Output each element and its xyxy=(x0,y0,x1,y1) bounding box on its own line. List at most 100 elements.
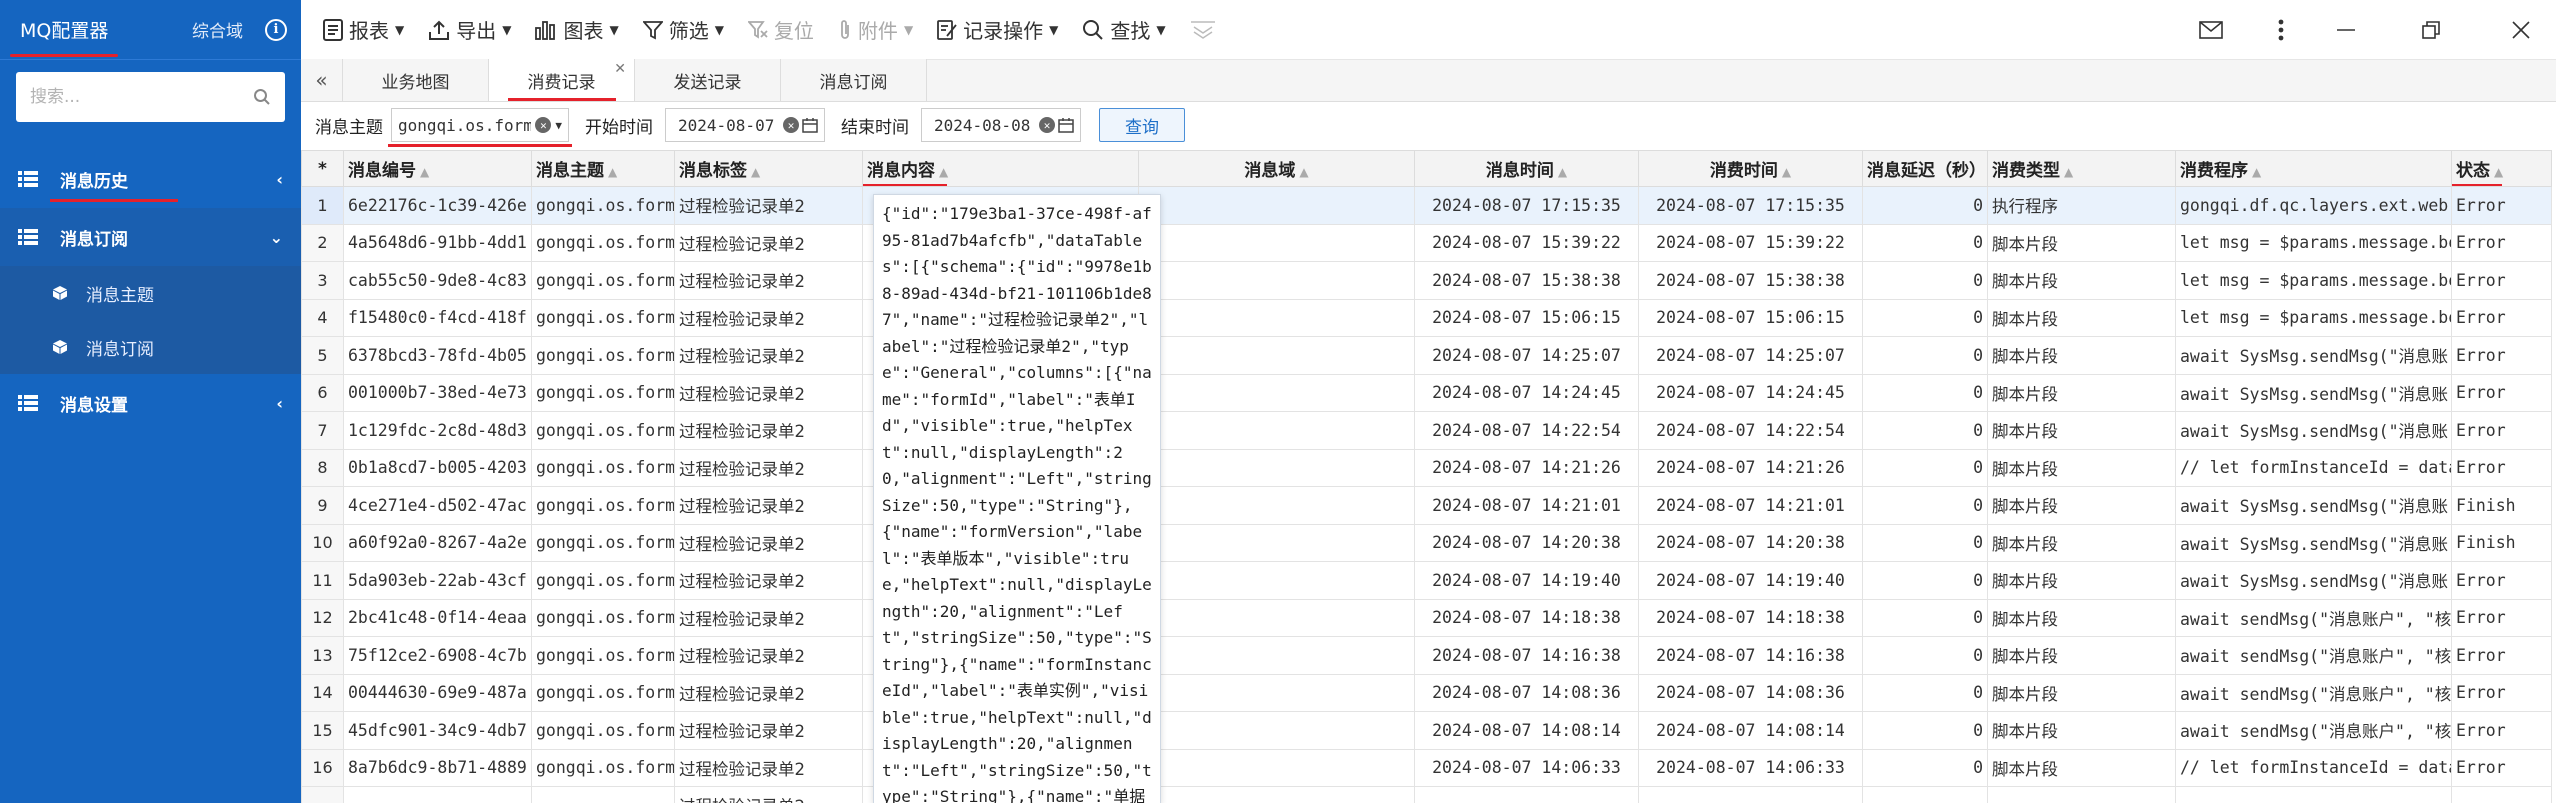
table-cell: 5da903eb-22ab-43cf xyxy=(343,561,532,600)
sort-icon[interactable]: ▲ xyxy=(1299,165,1308,179)
sort-icon[interactable]: ▲ xyxy=(2494,165,2503,179)
column-header[interactable]: 消息域 ▲ xyxy=(1138,150,1415,187)
table-row[interactable]: 13 75f12ce2-6908-4c7b gongqi.os.form 过程检验记录… xyxy=(301,636,2552,675)
table-cell: gongqi.os.form xyxy=(531,561,675,600)
domain-link[interactable]: 综合域 xyxy=(192,17,243,42)
info-icon[interactable]: i xyxy=(265,18,287,41)
minimize-button[interactable] xyxy=(2316,0,2376,60)
app-brand[interactable]: MQ配置器 xyxy=(9,16,119,57)
column-header[interactable]: 消息时间 ▲ xyxy=(1414,150,1639,187)
table-cell: 过程检验记录单2 xyxy=(674,298,863,337)
clear-icon[interactable]: ✕ xyxy=(1039,117,1055,133)
reset-button[interactable]: 复位 xyxy=(736,0,826,60)
double-chevron-down-icon xyxy=(1190,20,1215,39)
table-cell: gongqi.os.form xyxy=(531,598,675,637)
caret-down-icon[interactable]: ▼ xyxy=(555,119,562,132)
calendar-icon[interactable] xyxy=(802,117,818,133)
sort-icon[interactable]: ▲ xyxy=(1558,165,1567,179)
collapse-sidebar-button[interactable]: « xyxy=(301,59,343,101)
table-cell: 0 xyxy=(1862,561,1988,600)
table-cell: 6378bcd3-78fd-4b05 xyxy=(343,336,532,375)
more-menu-button[interactable] xyxy=(2246,0,2316,60)
search-icon[interactable] xyxy=(253,88,271,106)
query-button[interactable]: 查询 xyxy=(1099,108,1185,142)
column-header[interactable]: 消息编号 ▲ xyxy=(343,150,532,187)
sidebar-item-message-settings[interactable]: 消息设置 ‹ xyxy=(0,374,301,432)
column-header[interactable]: 状态 ▲ xyxy=(2451,150,2552,187)
table-cell: 4a5648d6-91bb-4dd1 xyxy=(343,223,532,262)
vertical-dots-icon xyxy=(2278,19,2284,40)
column-header[interactable]: 消息延迟（秒）▲ xyxy=(1862,150,1988,187)
records-table: * 消息编号 ▲ 消息主题 ▲ 消息标签 ▲ 消息内容 ▲ 消息域 ▲ 消息时间 ▲ 消费时间 ▲ 消息延迟（… xyxy=(301,150,2552,803)
export-button[interactable]: 导出 ▼ xyxy=(416,0,523,60)
report-button[interactable]: 报表 ▼ xyxy=(311,0,416,60)
table-cell xyxy=(2451,786,2552,803)
table-row[interactable]: 过程检验记录单2 xyxy=(301,786,2552,803)
table-row[interactable]: 9 4ce271e4-d502-47ac gongqi.os.form 过程检验记录单… xyxy=(301,486,2552,525)
filter-button[interactable]: 筛选 ▼ xyxy=(631,0,736,60)
chart-button[interactable]: 图表 ▼ xyxy=(523,0,630,60)
table-cell xyxy=(1414,786,1639,803)
restore-button[interactable] xyxy=(2376,0,2486,60)
sidebar-item-message-subscription[interactable]: 消息订阅 ⌄ xyxy=(0,208,301,266)
record-ops-button[interactable]: 记录操作 ▼ xyxy=(925,0,1070,60)
find-button[interactable]: 查找 ▼ xyxy=(1070,0,1177,60)
start-date-field[interactable]: 2024-08-07 ✕ xyxy=(665,108,825,142)
column-header[interactable]: * xyxy=(301,150,344,187)
more-toolbar-button[interactable] xyxy=(1178,0,1234,60)
table-row[interactable]: 1 6e22176c-1c39-426e gongqi.os.form 过程检验记录单… xyxy=(301,186,2552,225)
table-cell xyxy=(1138,786,1415,803)
table-row[interactable]: 16 8a7b6dc9-8b71-4889 gongqi.os.form 过程检验记录… xyxy=(301,748,2552,787)
sort-icon[interactable]: ▲ xyxy=(420,165,429,179)
table-row[interactable]: 4 f15480c0-f4cd-418f gongqi.os.form 过程检验记录单… xyxy=(301,298,2552,337)
column-header[interactable]: 消息主题 ▲ xyxy=(531,150,675,187)
table-row[interactable]: 7 1c129fdc-2c8d-48d3 gongqi.os.form 过程检验记录单… xyxy=(301,411,2552,450)
end-date-field[interactable]: 2024-08-08 ✕ xyxy=(921,108,1081,142)
table-row[interactable]: 8 0b1a8cd7-b005-4203 gongqi.os.form 过程检验记录单… xyxy=(301,448,2552,487)
column-header[interactable]: 消费时间 ▲ xyxy=(1638,150,1863,187)
sidebar-search-input[interactable] xyxy=(30,87,253,107)
table-row[interactable]: 11 5da903eb-22ab-43cf gongqi.os.form 过程检验记录… xyxy=(301,561,2552,600)
table-row[interactable]: 6 001000b7-38ed-4e73 gongqi.os.form 过程检验记录单… xyxy=(301,373,2552,412)
column-header-label: 消息内容 xyxy=(863,156,947,186)
close-window-button[interactable] xyxy=(2486,0,2556,60)
mail-button[interactable] xyxy=(2176,0,2246,60)
table-cell: f15480c0-f4cd-418f xyxy=(343,298,532,337)
sidebar-subitem-subscription[interactable]: 消息订阅 xyxy=(0,320,301,374)
sidebar-item-message-history[interactable]: 消息历史 ‹ xyxy=(0,150,301,208)
table-row[interactable]: 15 45dfc901-34c9-4db7 gongqi.os.form 过程检验记录… xyxy=(301,711,2552,750)
sidebar-subitem-topic[interactable]: 消息主题 xyxy=(0,266,301,320)
column-header[interactable]: 消息标签 ▲ xyxy=(674,150,863,187)
table-cell xyxy=(1138,223,1415,262)
sort-icon[interactable]: ▲ xyxy=(608,165,617,179)
sort-icon[interactable]: ▲ xyxy=(1782,165,1791,179)
table-cell: 0 xyxy=(1862,711,1988,750)
clear-icon[interactable]: ✕ xyxy=(535,117,552,133)
clear-icon[interactable]: ✕ xyxy=(783,117,799,133)
sort-icon[interactable]: ▲ xyxy=(939,165,948,179)
table-cell: 脚本片段 xyxy=(1987,298,2176,337)
list-icon xyxy=(18,395,38,411)
column-header[interactable]: 消费程序 ▲ xyxy=(2175,150,2452,187)
table-cell: 2024-08-07 14:24:45 xyxy=(1638,373,1863,412)
table-row[interactable]: 2 4a5648d6-91bb-4dd1 gongqi.os.form 过程检验记录单… xyxy=(301,223,2552,262)
table-cell: await SysMsg.sendMsg("消息账 xyxy=(2175,336,2452,375)
tab-consumption-records[interactable]: 消费记录 ✕ xyxy=(489,59,635,101)
column-header[interactable]: 消费类型 ▲ xyxy=(1987,150,2176,187)
table-row[interactable]: 5 6378bcd3-78fd-4b05 gongqi.os.form 过程检验记录单… xyxy=(301,336,2552,375)
tab-send-records[interactable]: 发送记录 xyxy=(635,59,781,101)
table-row[interactable]: 10 a60f92a0-8267-4a2e gongqi.os.form 过程检验记录… xyxy=(301,523,2552,562)
tab-close-icon[interactable]: ✕ xyxy=(614,61,626,77)
calendar-icon[interactable] xyxy=(1058,117,1074,133)
tab-message-subscription[interactable]: 消息订阅 xyxy=(781,59,927,101)
table-row[interactable]: 12 2bc41c48-0f14-4eaa gongqi.os.form 过程检验记录… xyxy=(301,598,2552,637)
column-header[interactable]: 消息内容 ▲ xyxy=(862,150,1139,187)
table-row[interactable]: 14 00444630-69e9-487a gongqi.os.form 过程检验记录… xyxy=(301,673,2552,712)
sort-icon[interactable]: ▲ xyxy=(2252,165,2261,179)
attachment-button[interactable]: 附件 ▼ xyxy=(826,0,925,60)
tab-business-map[interactable]: 业务地图 xyxy=(343,59,489,101)
sort-icon[interactable]: ▲ xyxy=(2064,165,2073,179)
table-row[interactable]: 3 cab55c50-9de8-4c83 gongqi.os.form 过程检验记录单… xyxy=(301,261,2552,300)
sort-icon[interactable]: ▲ xyxy=(751,165,760,179)
topic-select[interactable]: gongqi.os.form_ ✕ ▼ xyxy=(388,108,572,147)
